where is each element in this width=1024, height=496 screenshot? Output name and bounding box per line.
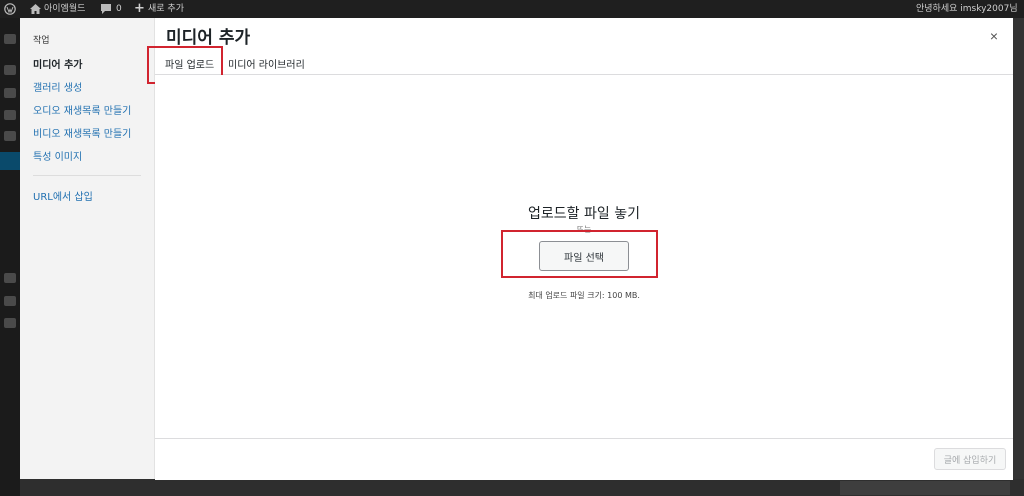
media-icon[interactable] — [4, 88, 16, 98]
dashboard-icon[interactable] — [4, 34, 16, 44]
menu-item-audio-playlist[interactable]: 오디오 재생목록 만들기 — [33, 102, 131, 117]
modal-title: 미디어 추가 — [166, 28, 251, 48]
backdrop — [20, 479, 1024, 496]
admin-sidebar — [0, 18, 20, 496]
media-router-tabs: 파일 업로드 미디어 라이브러리 — [155, 52, 1013, 75]
plus-icon[interactable]: + — [134, 0, 145, 18]
wordpress-logo-icon[interactable] — [4, 0, 16, 18]
tab-upload-files[interactable]: 파일 업로드 — [165, 56, 214, 71]
new-content-link[interactable]: 새로 추가 — [148, 0, 184, 18]
site-name-link[interactable]: 아이엠월드 — [44, 0, 85, 18]
admin-bar: 아이엠월드 0 + 새로 추가 안녕하세요 imsky2007님 — [0, 0, 1024, 18]
backdrop-panel — [840, 481, 1010, 495]
menu-separator — [33, 175, 141, 176]
pin-icon[interactable] — [4, 65, 16, 75]
menu-item-featured-image[interactable]: 특성 이미지 — [33, 148, 82, 163]
menu-item-add-media[interactable]: 미디어 추가 — [33, 56, 82, 71]
max-upload-size: 최대 업로드 파일 크기: 100 MB. — [528, 291, 640, 300]
menu-item-create-gallery[interactable]: 갤러리 생성 — [33, 79, 82, 94]
media-frame-toolbar: 글에 삽입하기 — [155, 438, 1013, 480]
media-frame-menu: 작업 미디어 추가 갤러리 생성 오디오 재생목록 만들기 비디오 재생목록 만… — [20, 18, 155, 479]
drop-files-title: 업로드할 파일 놓기 — [528, 206, 640, 222]
menu-item-video-playlist[interactable]: 비디오 재생목록 만들기 — [33, 125, 131, 140]
user-greeting[interactable]: 안녕하세요 imsky2007님 — [916, 0, 1018, 18]
menu-heading: 작업 — [33, 36, 50, 46]
settings-icon[interactable] — [4, 318, 16, 328]
posts-icon[interactable] — [0, 152, 20, 170]
media-modal: 작업 미디어 추가 갤러리 생성 오디오 재생목록 만들기 비디오 재생목록 만… — [20, 18, 1013, 480]
comment-icon[interactable] — [101, 0, 111, 18]
users-icon[interactable] — [4, 273, 16, 283]
comments-count[interactable]: 0 — [116, 0, 122, 18]
insert-into-post-button[interactable]: 글에 삽입하기 — [934, 448, 1006, 470]
tab-media-library[interactable]: 미디어 라이브러리 — [228, 56, 305, 71]
close-button[interactable]: × — [982, 26, 1006, 46]
menu-item-insert-from-url[interactable]: URL에서 삽입 — [33, 188, 93, 203]
home-icon[interactable] — [30, 0, 41, 18]
pages-icon[interactable] — [4, 110, 16, 120]
tools-icon[interactable] — [4, 296, 16, 306]
select-files-button[interactable]: 파일 선택 — [539, 241, 629, 271]
or-label: 또는 — [576, 225, 592, 234]
comments-icon[interactable] — [4, 131, 16, 141]
backdrop — [1013, 18, 1024, 479]
upload-drop-zone[interactable]: 업로드할 파일 놓기 또는 파일 선택 최대 업로드 파일 크기: 100 MB… — [155, 75, 1013, 438]
